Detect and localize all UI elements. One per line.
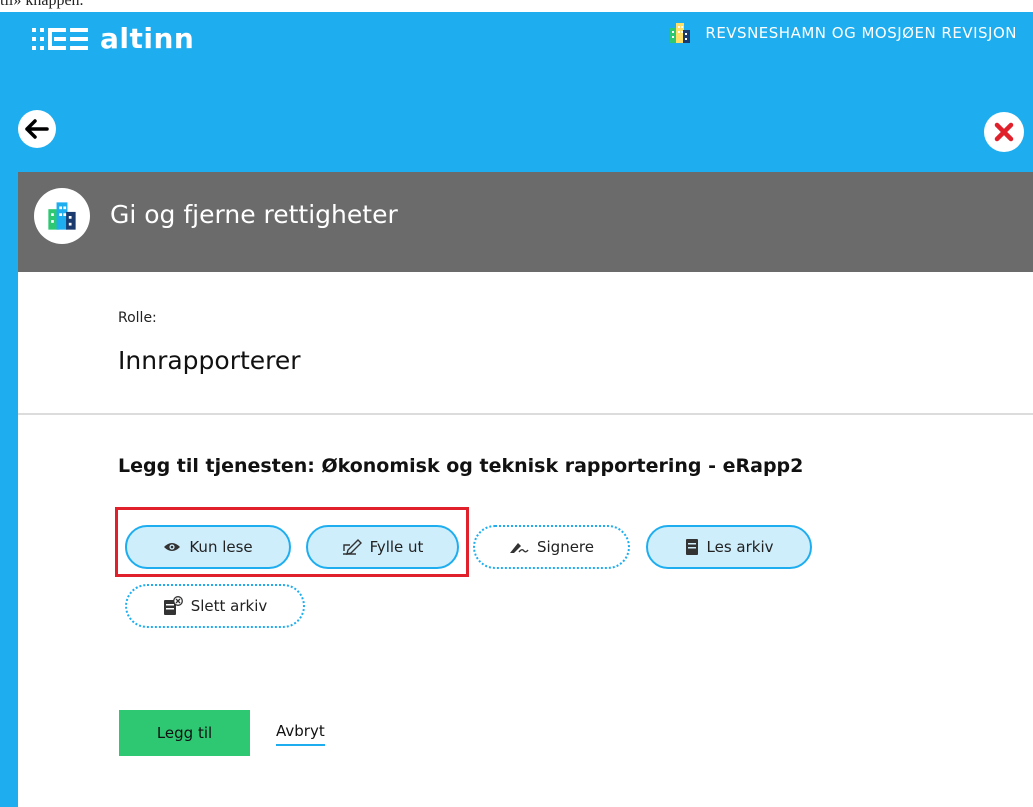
app-name: altinn (100, 22, 195, 55)
delete-archive-icon (163, 596, 183, 615)
org-name: REVSNESHAMN OG MOSJØEN REVISJON (705, 24, 1017, 42)
back-button[interactable] (18, 110, 56, 148)
arrow-left-icon (25, 119, 49, 139)
rights-dialog: Gi og fjerne rettigheter Rolle: Innrappo… (18, 172, 1033, 807)
role-value: Innrapporterer (118, 346, 301, 375)
left-accent-strip (0, 172, 18, 807)
archive-book-icon (685, 539, 698, 555)
right-chip-les-arkiv[interactable]: Les arkiv (646, 525, 812, 569)
add-button[interactable]: Legg til (119, 710, 250, 756)
cancel-link[interactable]: Avbryt (276, 722, 325, 746)
role-label: Rolle: (118, 310, 157, 326)
service-title: Legg til tjenesten: Økonomisk og teknisk… (118, 455, 804, 477)
signature-icon (509, 543, 529, 553)
building-icon (48, 202, 76, 230)
dialog-header: Gi og fjerne rettigheter (18, 172, 1033, 272)
top-bar: altinn REVSNESHAMN OG MOSJØEN REVISJON (0, 12, 1033, 172)
dialog-title: Gi og fjerne rettigheter (110, 200, 398, 229)
close-icon (994, 122, 1014, 142)
header-building-icon-badge (34, 188, 90, 244)
altinn-logo[interactable]: altinn (30, 22, 194, 55)
altinn-logo-icon (32, 27, 88, 50)
close-button[interactable] (984, 112, 1024, 152)
chip-label: Slett arkiv (190, 597, 268, 615)
building-icon (670, 23, 691, 43)
org-selector[interactable]: REVSNESHAMN OG MOSJØEN REVISJON (669, 22, 1017, 44)
right-chip-signere[interactable]: Signere (473, 525, 630, 569)
divider (18, 413, 1033, 415)
cropped-caption-text: til» knappen. (0, 0, 84, 9)
chip-label: Signere (536, 538, 594, 556)
right-chip-slett-arkiv[interactable]: Slett arkiv (125, 584, 305, 628)
highlight-annotation (115, 507, 469, 577)
chip-label: Les arkiv (706, 538, 774, 556)
